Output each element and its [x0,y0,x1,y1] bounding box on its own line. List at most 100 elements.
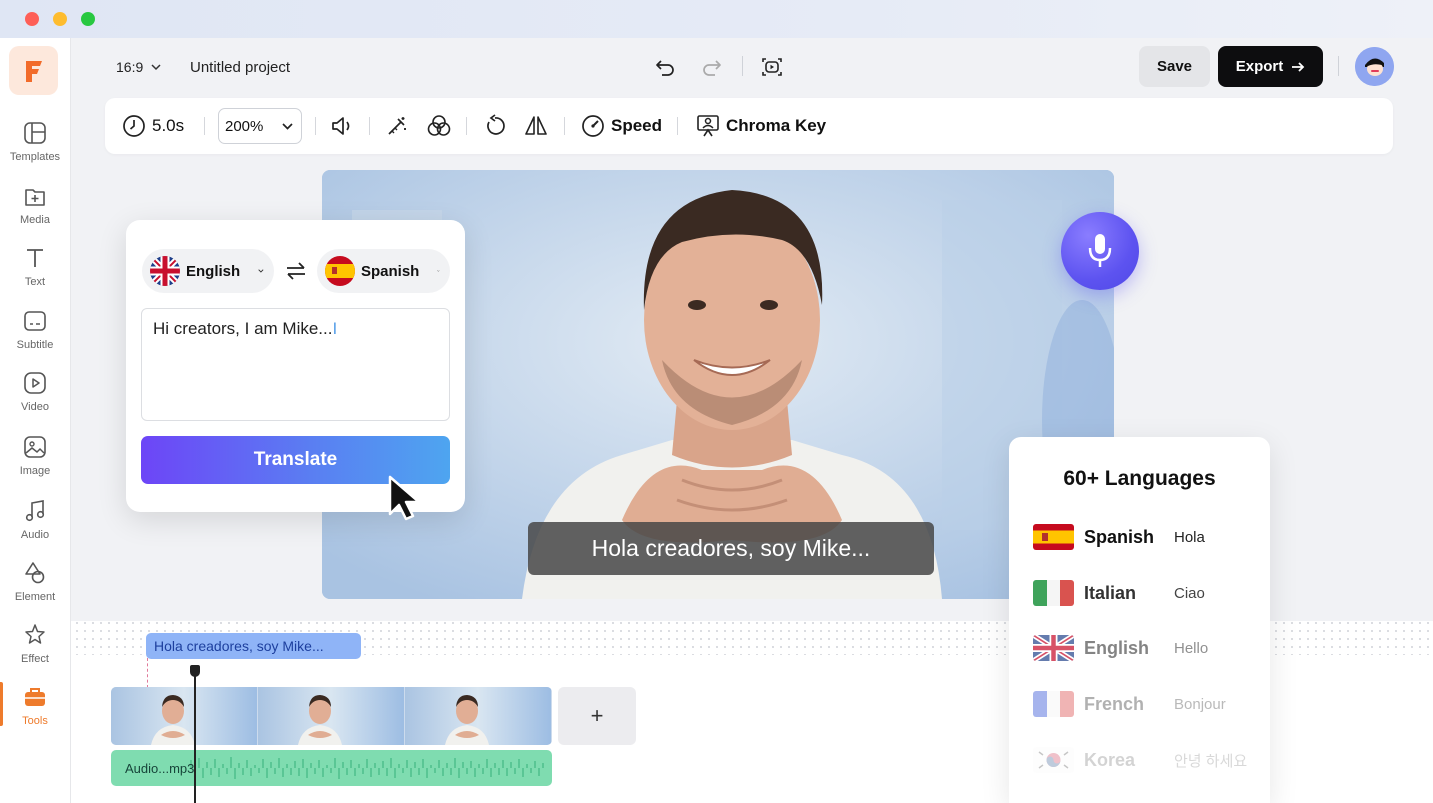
language-name: Korea [1084,749,1136,770]
microphone-button[interactable] [1061,212,1139,290]
chroma-key-icon [697,115,719,137]
sidebar-label-element: Element [14,591,56,603]
volume-button[interactable] [329,98,353,154]
aspect-ratio-value: 16:9 [116,59,144,75]
chroma-key-button[interactable]: Chroma Key [696,98,826,154]
sidebar-item-effect[interactable]: Effect [0,618,70,676]
language-row-english[interactable]: English Hello [1033,633,1263,663]
aspect-ratio-select[interactable]: 16:9 [116,59,161,75]
languages-panel: 60+ Languages Spanish Hola Italian Ciao … [1009,437,1270,803]
text-icon [27,249,43,267]
user-avatar[interactable] [1355,47,1394,86]
toolbar-divider [369,117,370,135]
clock-icon [123,115,145,137]
language-row-korea[interactable]: Korea 안녕 하세요 [1033,745,1263,775]
sidebar-item-templates[interactable]: Templates [0,116,70,174]
language-name: French [1084,693,1145,714]
chevron-down-icon [437,270,440,272]
maximize-window-button[interactable] [81,12,95,26]
media-icon [25,189,45,206]
video-icon [24,372,46,394]
text-caret: I [332,319,338,338]
redo-icon[interactable] [700,55,724,79]
source-text-input[interactable]: Hi creators, I am Mike...I [141,308,450,421]
sidebar-item-element[interactable]: Element [0,556,70,614]
rotate-button[interactable] [483,98,507,154]
canvas-subtitle[interactable]: Hola creadores, soy Mike... [528,522,934,575]
project-name[interactable]: Untitled project [190,59,290,76]
toolbar-divider [466,117,467,135]
zoom-value: 200% [225,117,264,135]
rotate-icon [487,114,505,135]
filters-button[interactable] [426,98,452,154]
export-button[interactable]: Export [1218,46,1323,87]
video-thumbnail [111,687,258,745]
speed-button[interactable]: Speed [581,98,662,154]
france-flag-icon [1033,691,1074,717]
target-language-select[interactable]: Spanish [317,249,450,293]
chevron-down-icon [151,63,161,70]
source-language-select[interactable]: English [142,249,274,293]
save-button[interactable]: Save [1139,46,1210,87]
language-row-french[interactable]: French Bonjour [1033,689,1263,719]
subtitle-clip[interactable]: Hola creadores, soy Mike... [146,633,361,659]
sidebar-item-subtitle[interactable]: Subtitle [0,304,70,362]
swap-languages-icon[interactable] [285,261,307,281]
sidebar-item-media[interactable]: Media [0,179,70,237]
korea-flag-icon [1033,747,1074,773]
playhead-line [194,666,196,803]
sidebar-item-audio[interactable]: Audio [0,494,70,552]
language-greeting: Ciao [1174,584,1205,602]
tools-icon [25,688,45,706]
speed-label: Speed [611,116,663,135]
left-sidebar: Templates Media Text Subtitle Video Imag… [0,38,71,803]
languages-title: 60+ Languages [1063,467,1216,490]
export-label: Export [1235,58,1284,75]
language-row-italian[interactable]: Italian Ciao [1033,578,1263,608]
zoom-select[interactable]: 200% [218,108,302,144]
source-language-label: English [186,262,241,280]
toolbar-divider [315,117,316,135]
add-clip-button[interactable]: + [558,687,636,745]
minimize-window-button[interactable] [53,12,67,26]
sidebar-label-templates: Templates [9,151,61,163]
spain-flag-icon [325,256,355,286]
sidebar-item-text[interactable]: Text [0,241,70,299]
playhead-handle[interactable] [190,665,200,677]
flip-button[interactable] [523,98,549,154]
close-window-button[interactable] [25,12,39,26]
mouse-cursor-icon [388,475,421,521]
filters-icon [427,115,451,136]
duration-control[interactable]: 5.0s [122,98,184,154]
preview-icon[interactable] [760,55,784,79]
target-language-label: Spanish [361,262,420,280]
sidebar-label-tools: Tools [22,715,48,727]
sidebar-item-tools[interactable]: Tools [0,680,70,738]
sidebar-item-video[interactable]: Video [0,366,70,424]
microphone-icon [1088,234,1112,267]
image-icon [24,436,46,458]
sidebar-label-text: Text [24,276,46,288]
app-logo[interactable] [9,46,58,95]
language-greeting: Hola [1174,528,1205,546]
chevron-down-icon [258,269,264,273]
undo-icon[interactable] [653,55,677,79]
audio-clip[interactable]: Audio...mp3 [111,750,552,786]
duration-value: 5.0s [152,116,185,135]
sidebar-item-image[interactable]: Image [0,430,70,488]
flip-icon [525,116,547,135]
speaker-icon [332,117,350,135]
sidebar-label-subtitle: Subtitle [16,339,54,351]
toolbar-divider [564,117,565,135]
audio-clip-label: Audio...mp3 [125,761,195,776]
italy-flag-icon [1033,580,1074,606]
speedometer-icon [582,115,604,137]
edit-toolbar: 5.0s 200% Speed Chroma Key [105,98,1393,154]
video-clip[interactable] [111,687,552,745]
magic-wand-button[interactable] [385,98,409,154]
window-titlebar [0,0,1433,38]
language-row-spanish[interactable]: Spanish Hola [1033,522,1263,552]
logo-icon [25,60,42,82]
header-divider [742,56,743,76]
language-name: English [1084,637,1150,658]
